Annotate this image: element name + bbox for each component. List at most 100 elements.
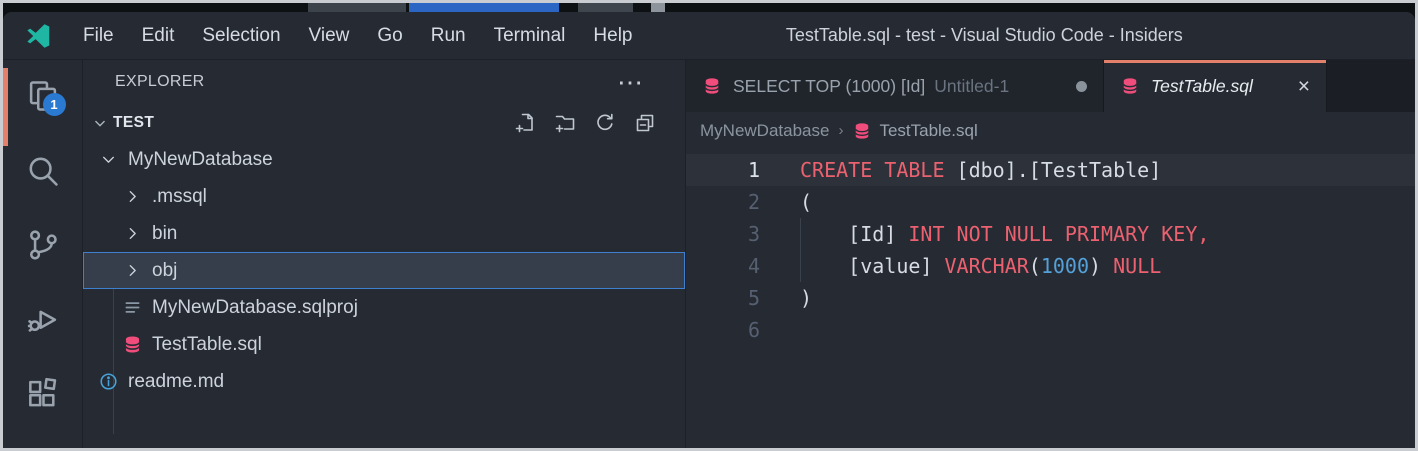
indent-guide [800,218,801,250]
token [872,158,884,182]
explorer-sidebar: EXPLORER ⋯ TEST MyNewDatabase .mssql binob… [83,60,686,448]
background-fragment [409,3,559,12]
tree-item--mssql[interactable]: .mssql [83,178,685,215]
token: ( [1029,254,1041,278]
menu-item-file[interactable]: File [69,12,128,59]
indent-guide [800,250,801,282]
token: CREATE [800,158,872,182]
new-file-icon[interactable] [513,111,537,135]
background-window-strip [3,3,1415,12]
editor[interactable]: 1CREATE TABLE [dbo].[TestTable]2(3 [Id] … [686,149,1415,448]
breadcrumb-folder[interactable]: MyNewDatabase [700,121,829,141]
code-line-6[interactable]: 6 [686,314,1415,346]
token: INT NOT NULL PRIMARY KEY, [908,222,1209,246]
sidebar-header: EXPLORER ⋯ [83,60,685,104]
tree-item-label: MyNewDatabase.sqlproj [152,297,358,319]
menu-item-edit[interactable]: Edit [128,12,189,59]
tree-item-mynewdatabase-sqlproj[interactable]: MyNewDatabase.sqlproj [83,289,685,326]
code-line-4[interactable]: 4 [value] VARCHAR(1000) NULL [686,250,1415,282]
menu-item-run[interactable]: Run [417,12,480,59]
token [1101,254,1113,278]
vscode-window: FileEditSelectionViewGoRunTerminalHelp T… [3,12,1415,448]
code-text: [Id] INT NOT NULL PRIMARY KEY, [800,218,1209,250]
token: [Id] [800,222,908,246]
chevron-down-icon [91,114,109,132]
database-icon [122,334,143,355]
tab-untitled-1[interactable]: SELECT TOP (1000) [Id] Untitled-1 [686,60,1104,112]
token: 1000 [1041,254,1089,278]
title-bar: FileEditSelectionViewGoRunTerminalHelp T… [3,12,1415,60]
tree-item-obj[interactable]: obj [83,252,685,289]
editor-group: SELECT TOP (1000) [Id] Untitled-1 TestTabl… [686,60,1415,448]
token: [dbo].[TestTable] [945,158,1162,182]
active-view-indicator [3,68,8,146]
modified-dot-icon[interactable] [1076,81,1087,92]
section-actions [513,111,657,135]
tree-item-label: TestTable.sql [152,334,262,356]
tab-testtable-sql[interactable]: TestTable.sql × [1104,60,1327,112]
menu-item-go[interactable]: Go [363,12,416,59]
refresh-explorer-icon[interactable] [593,111,617,135]
tree-item-testtable-sql[interactable]: TestTable.sql [83,326,685,363]
new-folder-icon[interactable] [553,111,577,135]
tree-item-readme-md[interactable]: readme.md [83,363,685,400]
breadcrumb-file[interactable]: TestTable.sql [879,121,977,141]
background-fragment [578,3,633,12]
breadcrumb: MyNewDatabase › TestTable.sql [686,112,1415,149]
activity-item-run-debug[interactable] [19,299,67,339]
token: NULL [1113,254,1161,278]
tab-label: SELECT TOP (1000) [Id] [733,76,925,97]
chevron-right-icon [122,260,143,281]
close-icon[interactable]: × [1298,76,1310,97]
collapse-folders-icon[interactable] [633,111,657,135]
activity-item-extensions[interactable] [19,374,67,414]
line-number: 3 [686,218,760,250]
chevron-down-icon [98,149,119,170]
line-number: 4 [686,250,760,282]
code-line-3[interactable]: 3 [Id] INT NOT NULL PRIMARY KEY, [686,218,1415,250]
tree-item-label: .mssql [152,186,207,208]
debug-icon [24,300,62,338]
tab-label: TestTable.sql [1151,76,1253,97]
window-title: TestTable.sql - test - Visual Studio Cod… [786,12,1183,59]
tree-item-mynewdatabase[interactable]: MyNewDatabase [83,141,685,178]
line-number: 5 [686,282,760,314]
screen: FileEditSelectionViewGoRunTerminalHelp T… [3,3,1415,448]
code-text: [value] VARCHAR(1000) NULL [800,250,1161,282]
more-actions-icon[interactable]: ⋯ [617,77,645,87]
database-icon [702,76,722,96]
file-tree: MyNewDatabase .mssql binobj MyNewDatabase.s… [83,141,685,448]
tab-bar: SELECT TOP (1000) [Id] Untitled-1 TestTabl… [686,60,1415,112]
extensions-icon [24,375,62,413]
workbench: 1 EXPLORER ⋯ TEST MyNewDatabase .mssql bin… [3,60,1415,448]
background-fragment [651,3,665,12]
source-control-icon [24,226,62,264]
activity-item-search[interactable] [19,150,67,190]
menu-item-selection[interactable]: Selection [188,12,294,59]
token: TABLE [884,158,944,182]
token: ( [800,190,812,214]
code-line-1[interactable]: 1CREATE TABLE [dbo].[TestTable] [686,154,1415,186]
token: [value] [800,254,945,278]
screenshot-frame: FileEditSelectionViewGoRunTerminalHelp T… [0,0,1418,451]
menu-item-terminal[interactable]: Terminal [480,12,580,59]
code-text: ( [800,186,812,218]
code-line-5[interactable]: 5) [686,282,1415,314]
section-header-test[interactable]: TEST [83,104,685,141]
list-icon [122,297,143,318]
search-icon [24,152,62,190]
activity-item-source-control[interactable] [19,225,67,265]
activity-item-explorer[interactable]: 1 [19,76,67,116]
menu-item-view[interactable]: View [295,12,364,59]
database-icon [852,121,872,141]
section-label: TEST [113,114,154,132]
tab-detail: Untitled-1 [934,76,1009,97]
menu-item-help[interactable]: Help [579,12,646,59]
activity-bar: 1 [3,60,83,448]
explorer-badge: 1 [43,93,66,116]
code-line-2[interactable]: 2( [686,186,1415,218]
tree-item-bin[interactable]: bin [83,215,685,252]
tree-item-label: MyNewDatabase [128,149,273,171]
sidebar-title: EXPLORER [115,73,205,91]
chevron-right-icon [122,186,143,207]
